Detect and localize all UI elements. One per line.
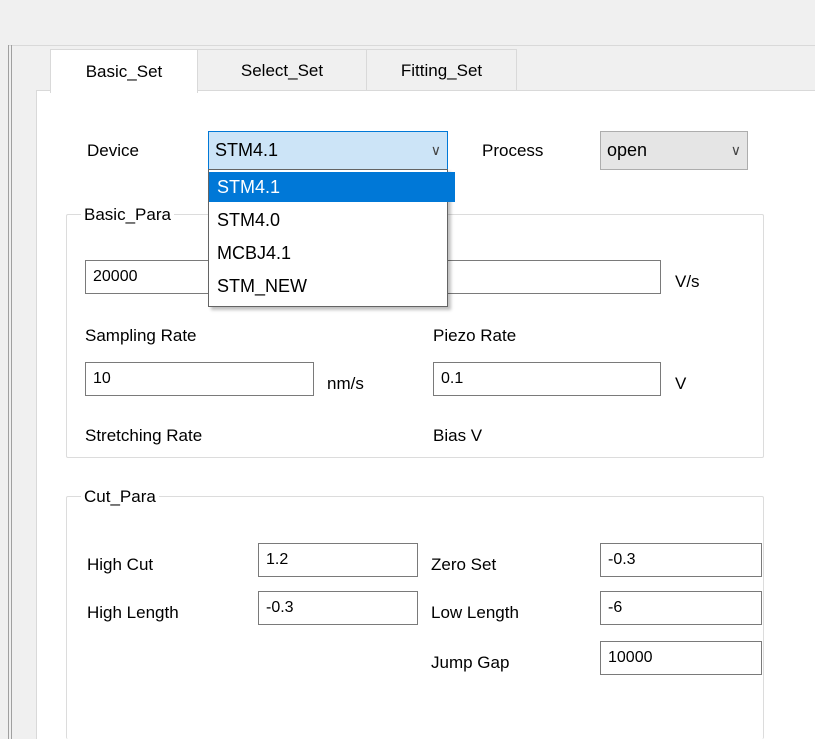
piezo-rate-unit: V/s — [675, 272, 700, 291]
basic-para-title: Basic_Para — [81, 204, 174, 226]
bias-v-unit: V — [675, 374, 687, 393]
jump-gap-input[interactable]: 10000 — [600, 641, 762, 675]
tab-basic-set[interactable]: Basic_Set — [50, 49, 198, 93]
tab-label: Basic_Set — [85, 61, 163, 81]
process-label: Process — [482, 141, 544, 160]
zero-set-label: Zero Set — [431, 555, 497, 574]
process-select-value: open — [607, 140, 648, 160]
input-value: 20000 — [93, 268, 138, 285]
frame-divider — [8, 45, 815, 46]
device-label: Device — [87, 141, 139, 160]
dropdown-option-mcbj4-1[interactable]: MCBJ4.1 — [209, 238, 455, 268]
dropdown-option-stm4-1[interactable]: STM4.1 — [209, 172, 455, 202]
frame-divider — [8, 45, 9, 739]
high-cut-input[interactable]: 1.2 — [258, 543, 418, 577]
low-length-label: Low Length — [431, 603, 519, 622]
device-select[interactable]: STM4.1 ∨ — [208, 131, 448, 170]
frame-divider — [11, 45, 12, 739]
dropdown-option-stm-new[interactable]: STM_NEW — [209, 271, 455, 301]
piezo-rate-input[interactable] — [433, 260, 661, 294]
input-value: -0.3 — [608, 551, 636, 568]
bias-v-label: Bias V — [433, 426, 483, 445]
tab-label: Fitting_Set — [400, 60, 483, 80]
bias-v-input[interactable]: 0.1 — [433, 362, 661, 396]
cut-para-title: Cut_Para — [81, 486, 159, 508]
sampling-rate-input[interactable]: 20000 — [85, 260, 213, 294]
high-cut-label: High Cut — [87, 555, 154, 574]
input-value: -6 — [608, 599, 623, 616]
high-length-label: High Length — [87, 603, 179, 622]
process-select[interactable]: open ∨ — [600, 131, 748, 170]
dropdown-option-stm4-0[interactable]: STM4.0 — [209, 205, 455, 235]
stretching-rate-unit: nm/s — [327, 374, 364, 393]
stretching-rate-label: Stretching Rate — [85, 426, 203, 445]
input-value: -0.3 — [266, 599, 294, 616]
high-length-input[interactable]: -0.3 — [258, 591, 418, 625]
input-value: 10000 — [608, 649, 653, 666]
tab-fitting-set[interactable]: Fitting_Set — [366, 49, 517, 91]
input-value: 1.2 — [266, 551, 289, 568]
input-value: 0.1 — [441, 370, 464, 387]
device-select-value: STM4.1 — [215, 140, 279, 160]
tab-label: Select_Set — [240, 60, 324, 80]
jump-gap-label: Jump Gap — [431, 653, 510, 672]
chevron-down-icon: ∨ — [730, 142, 741, 158]
stretching-rate-input[interactable]: 10 — [85, 362, 314, 396]
chevron-down-icon: ∨ — [430, 142, 441, 158]
low-length-input[interactable]: -6 — [600, 591, 762, 625]
sampling-rate-label: Sampling Rate — [85, 326, 197, 345]
piezo-rate-label: Piezo Rate — [433, 326, 517, 345]
input-value: 10 — [93, 370, 111, 387]
device-dropdown-list: STM4.1 STM4.0 MCBJ4.1 STM_NEW — [208, 169, 455, 307]
window-top-area — [0, 0, 815, 45]
tab-select-set[interactable]: Select_Set — [197, 49, 367, 91]
zero-set-input[interactable]: -0.3 — [600, 543, 762, 577]
